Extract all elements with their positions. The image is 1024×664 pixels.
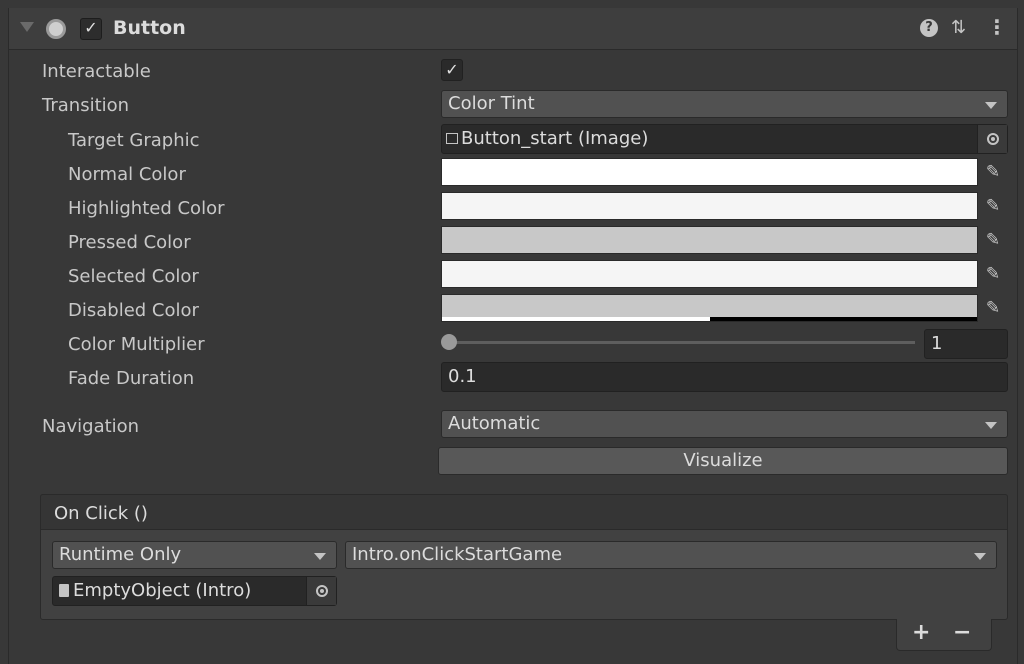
onclick-event-header [40, 494, 1008, 530]
fade-duration-input[interactable]: 0.1 [441, 362, 1008, 392]
eyedropper-icon[interactable]: ✎ [980, 158, 1006, 186]
pressed-color-swatch[interactable] [441, 226, 978, 254]
onclick-header-label: On Click () [54, 503, 148, 524]
chevron-down-icon [314, 553, 326, 560]
add-listener-button[interactable]: + [912, 620, 930, 645]
eyedropper-icon[interactable]: ✎ [980, 260, 1006, 288]
color-multiplier-label: Color Multiplier [68, 334, 205, 355]
object-picker-icon [987, 133, 999, 145]
color-multiplier-slider-track[interactable] [450, 341, 915, 344]
target-object-value: EmptyObject (Intro) [73, 580, 252, 601]
eyedropper-icon[interactable]: ✎ [980, 192, 1006, 220]
remove-listener-button[interactable]: − [953, 620, 971, 645]
normal-color-swatch[interactable] [441, 158, 978, 186]
navigation-value: Automatic [448, 413, 541, 434]
target-graphic-field[interactable]: Button_start (Image) [441, 124, 1008, 154]
alpha-bar-white [442, 317, 710, 321]
chevron-down-icon [985, 102, 997, 109]
script-icon [59, 584, 69, 597]
function-value: Intro.onClickStartGame [352, 544, 563, 565]
function-dropdown[interactable]: Intro.onClickStartGame [345, 541, 997, 569]
image-component-icon [446, 133, 458, 144]
target-graphic-label: Target Graphic [68, 130, 200, 151]
transition-value: Color Tint [448, 93, 535, 114]
disabled-color-label: Disabled Color [68, 300, 199, 321]
alpha-bar-black [710, 317, 977, 321]
visualize-button[interactable]: Visualize [438, 447, 1008, 475]
call-state-dropdown[interactable]: Runtime Only [52, 541, 337, 569]
chevron-down-icon [985, 422, 997, 429]
selected-color-swatch[interactable] [441, 260, 978, 288]
component-enabled-checkbox[interactable]: ✓ [80, 18, 102, 40]
selected-color-label: Selected Color [68, 266, 199, 287]
target-graphic-value: Button_start (Image) [461, 128, 649, 149]
fade-duration-label: Fade Duration [68, 368, 195, 389]
object-picker-button[interactable] [306, 577, 336, 605]
highlighted-color-label: Highlighted Color [68, 198, 225, 219]
eyedropper-icon[interactable]: ✎ [980, 226, 1006, 254]
foldout-triangle-icon[interactable] [20, 22, 34, 32]
call-state-value: Runtime Only [59, 544, 182, 565]
navigation-dropdown[interactable]: Automatic [441, 410, 1008, 438]
color-multiplier-input[interactable]: 1 [924, 329, 1008, 359]
eyedropper-icon[interactable]: ✎ [980, 294, 1006, 322]
transition-dropdown[interactable]: Color Tint [441, 90, 1008, 118]
object-picker-button[interactable] [977, 125, 1007, 153]
help-icon[interactable]: ? [920, 19, 938, 37]
object-picker-icon [316, 585, 328, 597]
chevron-down-icon [974, 553, 986, 560]
pressed-color-label: Pressed Color [68, 232, 191, 253]
target-object-field[interactable]: EmptyObject (Intro) [52, 576, 337, 606]
color-multiplier-slider-knob[interactable] [441, 334, 457, 350]
interactable-label: Interactable [42, 61, 151, 82]
highlighted-color-swatch[interactable] [441, 192, 978, 220]
kebab-menu-icon[interactable]: ⋮ [987, 15, 1007, 39]
navigation-label: Navigation [42, 416, 140, 437]
preset-sliders-icon[interactable]: ⇅ [951, 17, 966, 38]
normal-color-label: Normal Color [68, 164, 186, 185]
transition-label: Transition [42, 95, 130, 116]
component-title: Button [113, 17, 186, 39]
list-add-remove-box [896, 619, 992, 651]
component-radio-icon [46, 19, 66, 39]
interactable-checkbox[interactable]: ✓ [441, 59, 463, 81]
